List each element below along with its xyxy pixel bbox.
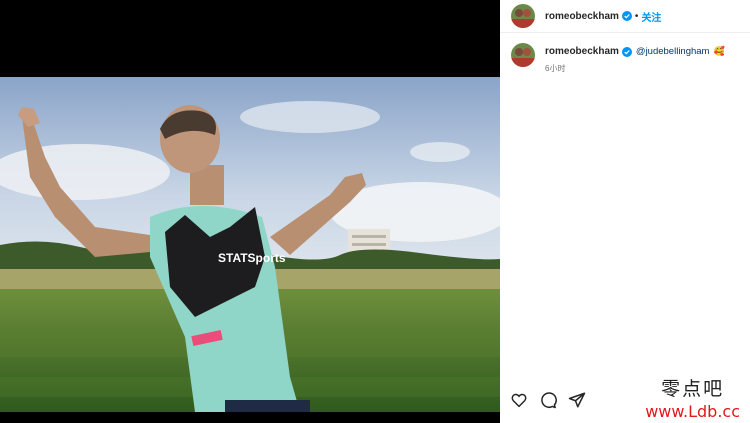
caption-comment: romeobeckham @judebellingham 🥰 6小时 [500, 33, 750, 74]
caption-line: romeobeckham @judebellingham 🥰 [545, 46, 725, 57]
share-icon[interactable] [568, 391, 586, 409]
comment-icon[interactable] [539, 391, 557, 409]
verified-badge-icon [621, 11, 632, 21]
media-pane: STATSports [0, 0, 500, 423]
verified-badge-icon [621, 46, 632, 57]
watermark: 零点吧 www.Ldb.cc [645, 374, 740, 421]
post-username[interactable]: romeobeckham [545, 11, 619, 22]
caption-username[interactable]: romeobeckham [545, 46, 619, 57]
vest-logo: STATSports [218, 251, 286, 265]
watermark-line2: www.Ldb.cc [645, 402, 740, 421]
emoji: 🥰 [713, 46, 725, 56]
action-bar [510, 391, 586, 409]
caption-body: romeobeckham @judebellingham 🥰 6小时 [545, 46, 725, 74]
post-image: STATSports [0, 77, 500, 412]
post-header: romeobeckham • 关注 [500, 0, 750, 33]
avatar[interactable] [511, 4, 535, 28]
separator-dot: • [634, 10, 639, 22]
post-photo[interactable]: STATSports [0, 77, 500, 412]
caption-timestamp[interactable]: 6小时 [545, 63, 725, 74]
mention-link[interactable]: @judebellingham [636, 46, 710, 57]
caption-avatar[interactable] [511, 43, 535, 67]
watermark-line1: 零点吧 [661, 378, 725, 400]
follow-button[interactable]: 关注 [641, 9, 661, 24]
post-sidebar: romeobeckham • 关注 romeobeckham @judebell… [500, 0, 750, 423]
heart-icon[interactable] [510, 391, 528, 409]
